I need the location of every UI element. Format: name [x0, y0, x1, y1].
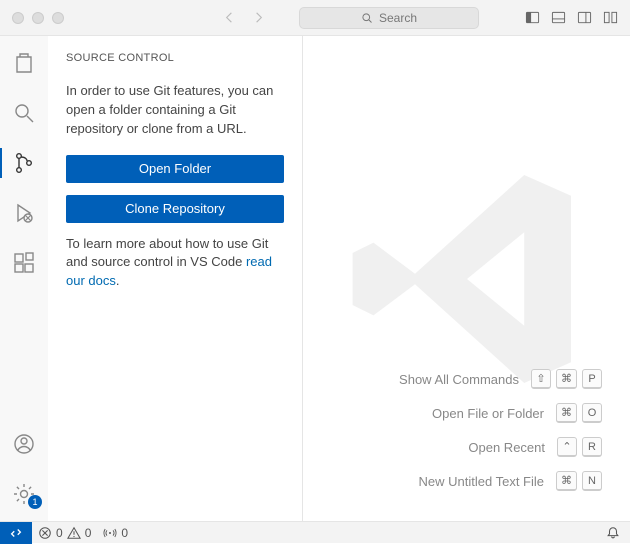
problems-status[interactable]: 0 0 [32, 526, 97, 540]
command-center-search[interactable]: Search [299, 7, 479, 29]
keycap: ⌘ [556, 403, 577, 423]
manage-badge: 1 [28, 495, 42, 509]
status-bar: 0 0 0 [0, 521, 630, 543]
welcome-shortcuts: Show All Commands⇧⌘POpen File or Folder⌘… [399, 369, 602, 491]
warning-icon [67, 526, 81, 540]
keycap: R [582, 437, 602, 457]
sidebar-intro: In order to use Git features, you can op… [66, 82, 284, 139]
source-control-sidebar: SOURCE CONTROL In order to use Git featu… [48, 36, 303, 521]
shortcut-label: Open File or Folder [432, 406, 544, 421]
keycap: ⇧ [531, 369, 551, 389]
accounts-icon[interactable] [0, 427, 48, 461]
titlebar: Search [0, 0, 630, 36]
close-window[interactable] [12, 12, 24, 24]
keycap: ⌘ [556, 369, 577, 389]
error-icon [38, 526, 52, 540]
maximize-window[interactable] [52, 12, 64, 24]
explorer-tab[interactable] [0, 46, 48, 80]
shortcut-keys: ⌃R [557, 437, 602, 457]
learn-more-pre: To learn more about how to use Git and s… [66, 236, 268, 270]
extensions-tab[interactable] [0, 246, 48, 280]
learn-more-post: . [116, 273, 120, 288]
sidebar-learn-more: To learn more about how to use Git and s… [66, 235, 284, 292]
editor-welcome: Show All Commands⇧⌘POpen File or Folder⌘… [303, 36, 630, 521]
keycap: O [582, 403, 602, 423]
manage-icon[interactable]: 1 [0, 477, 48, 511]
shortcut-row: Open Recent ⌃R [399, 437, 602, 457]
minimize-window[interactable] [32, 12, 44, 24]
shortcut-keys: ⌘O [556, 403, 602, 423]
search-placeholder: Search [379, 11, 417, 25]
keycap: ⌘ [556, 471, 577, 491]
keycap: N [582, 471, 602, 491]
toggle-panel-right-icon[interactable] [577, 10, 592, 25]
layout-controls [525, 10, 618, 25]
ports-count: 0 [121, 526, 128, 540]
keycap: P [582, 369, 602, 389]
customize-layout-icon[interactable] [603, 10, 618, 25]
shortcut-keys: ⇧⌘P [531, 369, 602, 389]
search-icon [361, 12, 373, 24]
activity-bar: 1 [0, 36, 48, 521]
sidebar-title: SOURCE CONTROL [66, 52, 284, 64]
search-tab[interactable] [0, 96, 48, 130]
keycap: ⌃ [557, 437, 577, 457]
window-controls [12, 12, 64, 24]
remote-indicator[interactable] [0, 522, 32, 544]
clone-repository-button[interactable]: Clone Repository [66, 195, 284, 223]
nav-back-icon[interactable] [222, 10, 237, 25]
source-control-tab[interactable] [0, 146, 48, 180]
shortcut-row: New Untitled Text File ⌘N [399, 471, 602, 491]
open-folder-button[interactable]: Open Folder [66, 155, 284, 183]
toggle-panel-bottom-icon[interactable] [551, 10, 566, 25]
shortcut-label: Open Recent [468, 440, 545, 455]
shortcut-label: Show All Commands [399, 372, 519, 387]
shortcut-label: New Untitled Text File [419, 474, 544, 489]
run-debug-tab[interactable] [0, 196, 48, 230]
shortcut-row: Show All Commands ⇧⌘P [399, 369, 602, 389]
warning-count: 0 [85, 526, 92, 540]
ports-icon [103, 526, 117, 540]
error-count: 0 [56, 526, 63, 540]
notifications-icon[interactable] [606, 526, 630, 540]
ports-status[interactable]: 0 [97, 526, 134, 540]
nav-arrows [222, 10, 266, 25]
shortcut-keys: ⌘N [556, 471, 602, 491]
main: 1 SOURCE CONTROL In order to use Git fea… [0, 36, 630, 521]
toggle-panel-left-icon[interactable] [525, 10, 540, 25]
shortcut-row: Open File or Folder ⌘O [399, 403, 602, 423]
nav-forward-icon[interactable] [251, 10, 266, 25]
